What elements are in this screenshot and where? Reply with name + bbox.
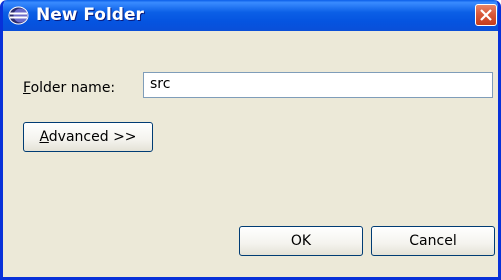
ok-button[interactable]: OK [239,226,363,256]
close-icon [480,9,492,21]
close-button[interactable] [475,4,497,26]
eclipse-icon [8,6,29,25]
advanced-mnemonic: A [39,129,49,145]
folder-name-label-mnemonic: F [23,80,31,96]
new-folder-dialog: New Folder Folder name: src Advanced >> … [0,0,501,280]
title-bar[interactable]: New Folder [3,0,498,31]
dialog-title: New Folder [36,5,144,25]
advanced-label: dvanced >> [48,129,137,145]
folder-name-input[interactable]: src [143,72,493,98]
cancel-button[interactable]: Cancel [371,226,495,256]
folder-name-label-text: older name: [30,80,116,96]
advanced-button[interactable]: Advanced >> [23,122,153,152]
folder-name-label: Folder name: [23,80,115,96]
